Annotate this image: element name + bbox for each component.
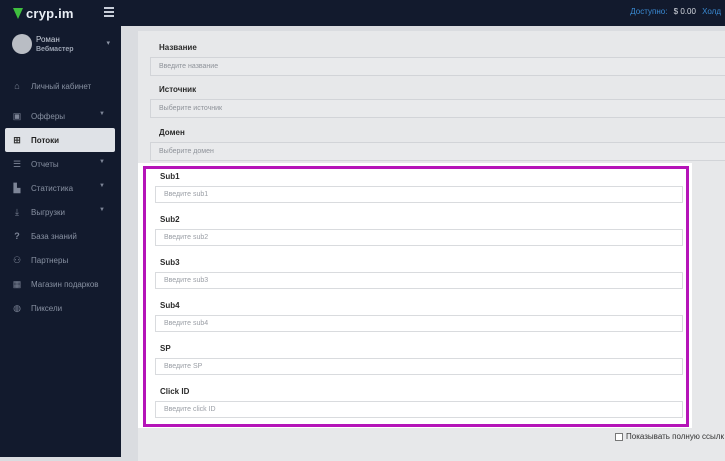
name-label: Название — [159, 43, 197, 52]
logo-mark-icon — [13, 7, 23, 19]
sub1-group: Sub1 Введите sub1 — [155, 172, 683, 203]
hold-link[interactable]: Холд — [702, 7, 721, 16]
user-name: Роман — [36, 35, 60, 44]
name-input[interactable]: Введите название — [150, 57, 725, 76]
sidebar-item-label: Выгрузки — [31, 207, 65, 217]
sidebar-item-label: База знаний — [31, 231, 77, 241]
sidebar-item-offers[interactable]: ▣ Офферы ▼ — [5, 104, 115, 128]
sidebar-item-pixels[interactable]: ◍ Пиксели — [5, 296, 115, 320]
sidebar-item-statistics[interactable]: ▙ Статистика ▼ — [5, 176, 115, 200]
sidebar-item-label: Партнеры — [31, 255, 69, 265]
sub1-label: Sub1 — [160, 172, 180, 181]
show-full-link-label: Показывать полную ссылк — [626, 432, 724, 441]
click-id-label: Click ID — [160, 387, 190, 396]
source-label: Источник — [159, 85, 197, 94]
home-icon: ⌂ — [14, 81, 20, 91]
user-role: Вебмастер — [36, 46, 74, 53]
sub4-group: Sub4 Введите sub4 — [155, 301, 683, 332]
sp-input[interactable]: Введите SP — [155, 358, 683, 375]
sidebar-item-label: Личный кабинет — [31, 81, 92, 91]
gift-icon: ▦ — [12, 278, 22, 289]
sidebar: Роман Вебмастер ▾ ⌂ Личный кабинет ▣ Офф… — [0, 26, 121, 457]
sidebar-item-knowledge-base[interactable]: ? База знаний — [5, 224, 115, 248]
sub4-label: Sub4 — [160, 301, 180, 310]
avatar — [12, 34, 32, 54]
domain-select[interactable]: Выберите домен — [150, 142, 725, 161]
chevron-down-icon: ▼ — [99, 183, 105, 189]
sidebar-item-gift-shop[interactable]: ▦ Магазин подарков — [5, 272, 115, 296]
list-icon: ☰ — [12, 158, 22, 169]
domain-label: Домен — [159, 128, 185, 137]
sub2-input[interactable]: Введите sub2 — [155, 229, 683, 246]
sub1-input[interactable]: Введите sub1 — [155, 186, 683, 203]
sidebar-item-exports[interactable]: ⤓ Выгрузки ▼ — [5, 200, 115, 224]
click-id-input[interactable]: Введите click ID — [155, 401, 683, 418]
sub3-input[interactable]: Введите sub3 — [155, 272, 683, 289]
click-id-group: Click ID Введите click ID — [155, 387, 683, 418]
sidebar-item-streams[interactable]: ⊞ Потоки — [5, 128, 115, 152]
name-group: Название Введите название — [150, 43, 725, 76]
top-bar: cryp.im Доступно: $ 0.00 Холд — [0, 0, 725, 26]
sidebar-item-label: Статистика — [31, 183, 74, 193]
sp-label: SP — [160, 344, 171, 353]
balance-area: Доступно: $ 0.00 Холд — [630, 7, 721, 16]
sidebar-item-label: Потоки — [31, 135, 60, 145]
sp-group: SP Введите SP — [155, 344, 683, 375]
user-menu[interactable]: Роман Вебмастер ▾ — [10, 34, 118, 58]
chevron-down-icon: ▼ — [99, 111, 105, 117]
sidebar-item-label: Магазин подарков — [31, 279, 99, 289]
sub-params-highlight: Sub1 Введите sub1 Sub2 Введите sub2 Sub3… — [143, 166, 689, 427]
chevron-down-icon: ▾ — [106, 40, 110, 47]
sidebar-item-label: Отчеты — [31, 159, 59, 169]
domain-group: Домен Выберите домен — [150, 128, 725, 161]
sub2-label: Sub2 — [160, 215, 180, 224]
chevron-down-icon: ▼ — [99, 207, 105, 213]
sub2-group: Sub2 Введите sub2 — [155, 215, 683, 246]
balance-value: $ 0.00 — [673, 7, 696, 16]
question-icon: ? — [14, 231, 20, 241]
sub4-input[interactable]: Введите sub4 — [155, 315, 683, 332]
show-full-link-checkbox[interactable] — [615, 432, 623, 441]
sidebar-nav: ⌂ Личный кабинет ▣ Офферы ▼ ⊞ Потоки ☰ О… — [5, 74, 115, 320]
menu-toggle-icon[interactable] — [104, 7, 114, 17]
show-full-link-option[interactable]: Показывать полную ссылк — [615, 432, 724, 441]
sitemap-icon: ⊞ — [13, 134, 21, 145]
chevron-down-icon: ▼ — [99, 159, 105, 165]
sidebar-item-label: Офферы — [31, 111, 66, 121]
download-icon: ⤓ — [15, 206, 19, 217]
source-group: Источник Выберите источник — [150, 85, 725, 118]
sidebar-item-partners[interactable]: ⚇ Партнеры — [5, 248, 115, 272]
basket-icon: ▣ — [12, 110, 22, 121]
balance-label: Доступно: — [630, 7, 668, 16]
source-select[interactable]: Выберите источник — [150, 99, 725, 118]
logo-text: cryp.im — [26, 5, 74, 21]
sidebar-item-dashboard[interactable]: ⌂ Личный кабинет — [5, 74, 115, 98]
sub3-group: Sub3 Введите sub3 — [155, 258, 683, 289]
handshake-icon: ⚇ — [12, 254, 22, 265]
chart-icon: ▙ — [13, 182, 21, 193]
sub3-label: Sub3 — [160, 258, 180, 267]
sidebar-item-reports[interactable]: ☰ Отчеты ▼ — [5, 152, 115, 176]
sidebar-item-label: Пиксели — [31, 303, 63, 313]
globe-icon: ◍ — [13, 302, 21, 313]
logo[interactable]: cryp.im — [13, 4, 74, 22]
